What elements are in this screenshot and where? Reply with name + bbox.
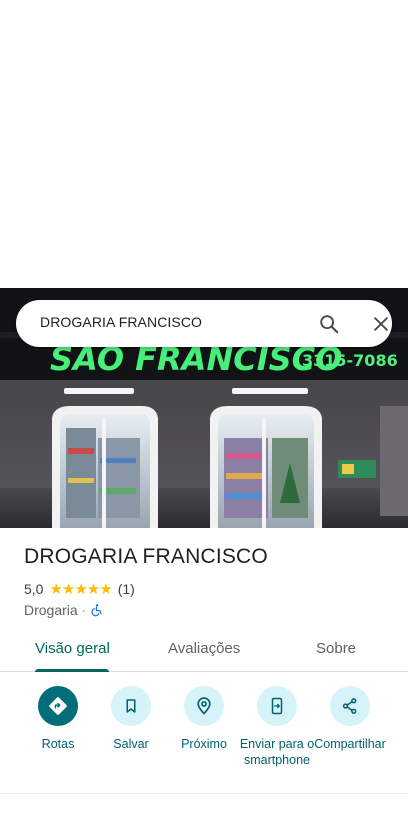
send-to-phone-label: Enviar para o smartphone [239, 737, 315, 767]
review-count: (1) [117, 581, 135, 597]
save-circle [111, 686, 151, 726]
save-label: Salvar [113, 737, 149, 751]
search-query[interactable]: DROGARIA FRANCISCO [40, 314, 202, 330]
tab-overview[interactable]: Visão geral [35, 640, 110, 657]
active-tab-indicator [35, 669, 109, 672]
place-tabs: Visão geral Avaliações Sobre [0, 630, 408, 672]
nearby-label: Próximo [181, 737, 227, 751]
action-buttons: Rotas Salvar Próximo Enviar para o smart… [0, 686, 408, 792]
nearby-circle [184, 686, 224, 726]
place-category: Drogaria [24, 602, 78, 618]
place-title: DROGARIA FRANCISCO [24, 545, 268, 568]
share-label: Compartilhar [314, 737, 386, 751]
share-button[interactable]: Compartilhar [310, 686, 390, 752]
search-icon[interactable] [318, 313, 340, 335]
star-rating-icon: ★★★★★ [49, 581, 112, 598]
save-button[interactable]: Salvar [91, 686, 171, 752]
search-bar[interactable]: DROGARIA FRANCISCO [16, 300, 392, 347]
tab-about[interactable]: Sobre [316, 640, 356, 657]
wheelchair-accessible-icon [91, 604, 102, 617]
separator-dot: · [81, 603, 86, 617]
section-divider [0, 793, 408, 794]
directions-circle [38, 686, 78, 726]
rating-value: 5,0 [24, 581, 44, 597]
share-icon [342, 698, 357, 714]
send-to-phone-circle [257, 686, 297, 726]
directions-label: Rotas [41, 737, 75, 751]
close-icon[interactable] [371, 314, 391, 334]
send-to-phone-icon [271, 697, 283, 715]
bookmark-icon [126, 699, 136, 713]
store-phone-text: 3315-7086 [302, 351, 398, 370]
rating-row[interactable]: 5,0 ★★★★★ (1) [24, 580, 135, 598]
tab-reviews[interactable]: Avaliações [168, 640, 240, 657]
nearby-icon [197, 697, 211, 715]
share-circle [330, 686, 370, 726]
directions-icon [49, 697, 67, 715]
category-row: Drogaria · [24, 601, 104, 619]
nearby-button[interactable]: Próximo [164, 686, 244, 752]
send-to-phone-button[interactable]: Enviar para o smartphone [237, 686, 317, 768]
directions-button[interactable]: Rotas [18, 686, 98, 752]
